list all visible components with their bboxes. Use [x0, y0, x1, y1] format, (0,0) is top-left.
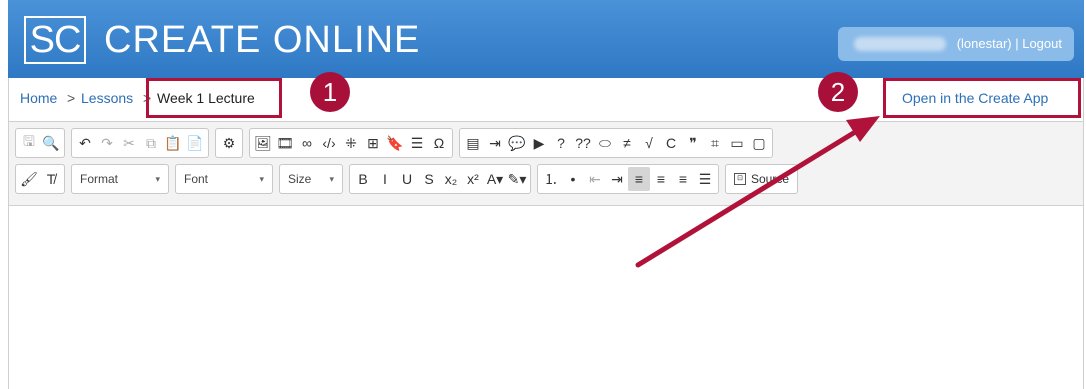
- clear-format-group: 🖌 T̸: [15, 164, 65, 194]
- italic-icon[interactable]: I: [374, 167, 396, 191]
- open-in-create-app-link[interactable]: Open in the Create App: [902, 90, 1048, 106]
- code-icon[interactable]: ‹/›: [318, 131, 340, 155]
- callout-badge-1: 1: [310, 72, 350, 112]
- editor-toolbar: 🖫 🔍 ↶ ↷ ✂ ⧉ 📋 📄 ⚙ 🖼 🎞 ∞ ‹/› ⁜ ⊞ 🔖 ☰ Ω ▤ ⇥ 💬 ▶??? ⬭ ≠ √ C ❞ ⌗ ▭ ▢ 🖌 T̸ …: [9, 122, 1083, 206]
- toolbar-group: 🖫 🔍: [15, 128, 65, 158]
- gear-icon[interactable]: ⚙: [218, 131, 240, 155]
- div-icon[interactable]: ⌗: [704, 131, 726, 155]
- bookmark-icon[interactable]: 🔖: [384, 131, 406, 155]
- list-align-group: ⒈ • ⇤ ⇥ ≡ ≡ ≡ ☰: [537, 164, 719, 194]
- clear-format-icon[interactable]: T̸: [40, 167, 62, 191]
- chevron-down-icon: ▾: [155, 173, 160, 184]
- source-icon: ⊡: [734, 173, 746, 185]
- format-dropdown[interactable]: Format ▾: [71, 164, 169, 194]
- bold-icon[interactable]: B: [352, 167, 374, 191]
- callout-badge-2: 2: [818, 72, 858, 112]
- justify-icon[interactable]: ☰: [694, 167, 716, 191]
- text-color-icon[interactable]: A▾: [484, 167, 506, 191]
- template-icon[interactable]: ▤: [462, 131, 484, 155]
- outdent-icon[interactable]: ⇤: [584, 167, 606, 191]
- size-dropdown[interactable]: Size ▾: [279, 164, 343, 194]
- cut-icon[interactable]: ✂: [118, 131, 140, 155]
- align-right-icon[interactable]: ≡: [672, 167, 694, 191]
- blurred-username: [854, 37, 946, 51]
- underline-icon[interactable]: U: [396, 167, 418, 191]
- app-header: SC CREATE ONLINE (lonestar) | Logout: [8, 0, 1084, 78]
- chevron-down-icon: ▾: [259, 173, 264, 184]
- chevron-down-icon: ▾: [329, 173, 334, 184]
- breadcrumb: Home > Lessons > Week 1 Lecture 1 2 Open…: [8, 72, 1084, 122]
- align-left-icon[interactable]: ≡: [628, 167, 650, 191]
- paintbrush-icon[interactable]: 🖌: [18, 167, 40, 191]
- paste-icon[interactable]: 📋: [162, 131, 184, 155]
- highlight-color-icon[interactable]: ✎▾: [506, 167, 528, 191]
- font-dropdown[interactable]: Font ▾: [175, 164, 273, 194]
- subscript-icon[interactable]: x₂: [440, 167, 462, 191]
- breadcrumb-separator: >: [67, 90, 76, 106]
- redo-icon[interactable]: ↷: [96, 131, 118, 155]
- user-menu[interactable]: (lonestar) | Logout: [838, 27, 1074, 61]
- numbered-list-icon[interactable]: ⒈: [540, 167, 562, 191]
- widget-icon[interactable]: ⁜: [340, 131, 362, 155]
- undo-icon[interactable]: ↶: [74, 131, 96, 155]
- play-icon[interactable]: ▶: [528, 131, 550, 155]
- question-icon[interactable]: ?: [550, 131, 572, 155]
- superscript-icon[interactable]: x²: [462, 167, 484, 191]
- indent-icon[interactable]: ⇥: [606, 167, 628, 191]
- text-format-group: B I U Sx₂ x² A▾ ✎▾: [349, 164, 531, 194]
- frame-icon[interactable]: ▢: [748, 131, 770, 155]
- source-button-label: Source: [751, 172, 790, 186]
- comment-icon[interactable]: 💬: [506, 131, 528, 155]
- logout-link[interactable]: (lonestar) | Logout: [957, 36, 1062, 51]
- app-title: CREATE ONLINE: [104, 19, 421, 61]
- horizontal-line-icon[interactable]: ☰: [406, 131, 428, 155]
- link-icon[interactable]: ∞: [296, 131, 318, 155]
- editor-content-area[interactable]: [9, 207, 1083, 389]
- chemistry-icon[interactable]: C: [660, 131, 682, 155]
- toolbar-row-1: 🖫 🔍 ↶ ↷ ✂ ⧉ 📋 📄 ⚙ 🖼 🎞 ∞ ‹/› ⁜ ⊞ 🔖 ☰ Ω ▤ ⇥ 💬 ▶??? ⬭ ≠ √ C ❞ ⌗ ▭ ▢: [15, 127, 779, 159]
- align-center-icon[interactable]: ≡: [650, 167, 672, 191]
- preview-icon[interactable]: 🔍: [40, 131, 62, 155]
- toolbar-group: ▤ ⇥ 💬 ▶??? ⬭ ≠ √ C ❞ ⌗ ▭ ▢: [459, 128, 773, 158]
- app-window: SC CREATE ONLINE (lonestar) | Logout Hom…: [0, 0, 1086, 389]
- size-dropdown-label: Size: [288, 172, 312, 186]
- media-icon[interactable]: 🎞: [274, 131, 296, 155]
- breadcrumb-home[interactable]: Home: [20, 90, 57, 106]
- highlight-box-1: [146, 78, 282, 118]
- font-dropdown-label: Font: [184, 172, 209, 186]
- source-button[interactable]: ⊡ Source: [725, 164, 799, 194]
- omega-icon[interactable]: Ω: [428, 131, 450, 155]
- toolbar-group: ⚙: [215, 128, 243, 158]
- strikethrough-icon[interactable]: S: [418, 167, 440, 191]
- breadcrumb-lessons[interactable]: Lessons: [81, 90, 133, 106]
- toolbar-group: ↶ ↷ ✂ ⧉ 📋 📄: [71, 128, 209, 158]
- list-insert-icon[interactable]: ⇥: [484, 131, 506, 155]
- layout-icon[interactable]: ▭: [726, 131, 748, 155]
- callout-icon[interactable]: ⬭: [594, 131, 616, 155]
- image-icon[interactable]: 🖼: [252, 131, 274, 155]
- strike-list-icon[interactable]: ≠: [616, 131, 638, 155]
- table-icon[interactable]: ⊞: [362, 131, 384, 155]
- quote-icon[interactable]: ❞: [682, 131, 704, 155]
- sqrt-icon[interactable]: √: [638, 131, 660, 155]
- rich-text-editor: 🖫 🔍 ↶ ↷ ✂ ⧉ 📋 📄 ⚙ 🖼 🎞 ∞ ‹/› ⁜ ⊞ 🔖 ☰ Ω ▤ ⇥ 💬 ▶??? ⬭ ≠ √ C ❞ ⌗ ▭ ▢ 🖌 T̸ …: [8, 122, 1084, 389]
- format-dropdown-label: Format: [80, 172, 119, 186]
- save-icon[interactable]: 🖫: [18, 131, 40, 155]
- bullet-list-icon[interactable]: •: [562, 167, 584, 191]
- paste-text-icon[interactable]: 📄: [184, 131, 206, 155]
- copy-icon[interactable]: ⧉: [140, 131, 162, 155]
- toolbar-row-2: 🖌 T̸ Format ▾ Font ▾ Size ▾ B I U Sx₂ x² A▾ ✎▾ …: [15, 163, 799, 195]
- double-question-icon[interactable]: ??: [572, 131, 594, 155]
- toolbar-group: 🖼 🎞 ∞ ‹/› ⁜ ⊞ 🔖 ☰ Ω: [249, 128, 453, 158]
- sc-logo[interactable]: SC: [24, 16, 86, 64]
